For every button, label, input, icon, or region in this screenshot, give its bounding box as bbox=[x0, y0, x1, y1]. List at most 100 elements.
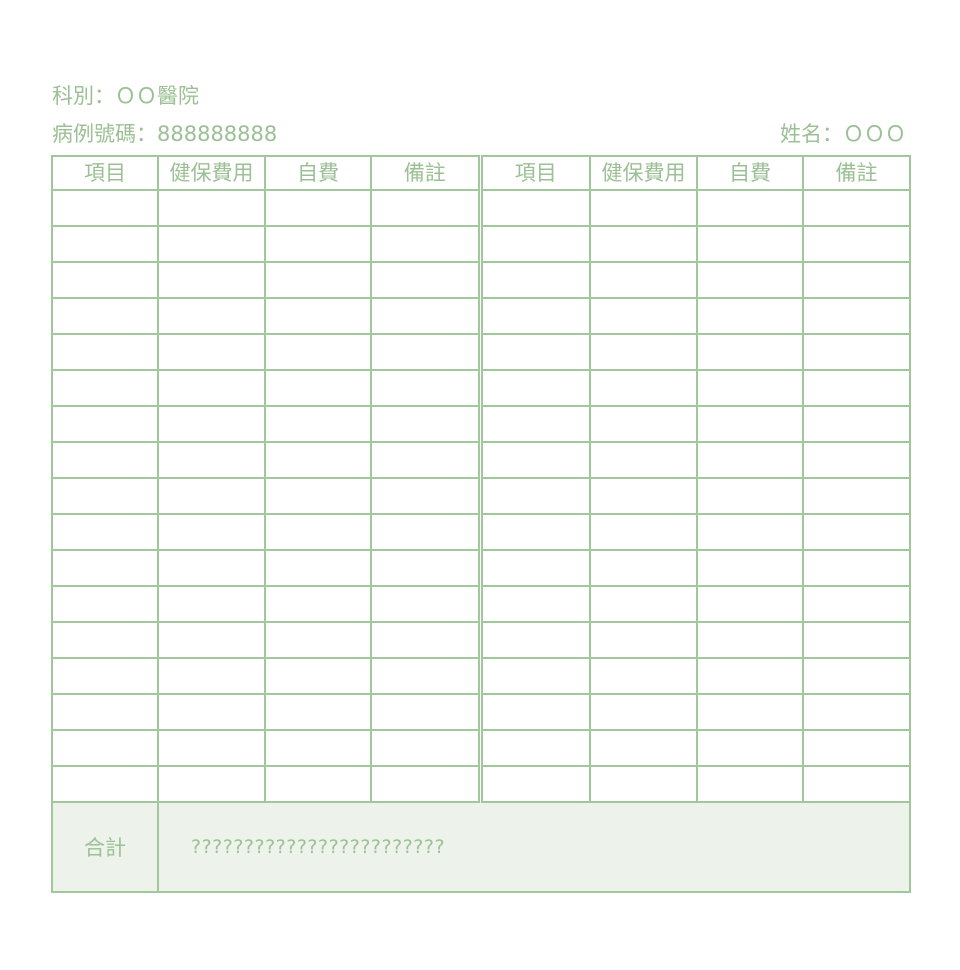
table-cell[interactable] bbox=[51, 621, 159, 659]
table-cell[interactable] bbox=[51, 729, 159, 767]
table-cell[interactable] bbox=[479, 405, 591, 443]
table-cell[interactable] bbox=[157, 441, 266, 479]
table-cell[interactable] bbox=[589, 693, 698, 731]
table-cell[interactable] bbox=[370, 621, 483, 659]
table-cell[interactable] bbox=[370, 189, 483, 227]
table-cell[interactable] bbox=[696, 225, 804, 263]
total-value[interactable]: ???????????????????????? bbox=[157, 801, 911, 893]
table-cell[interactable] bbox=[696, 261, 804, 299]
table-cell[interactable] bbox=[51, 693, 159, 731]
table-cell[interactable] bbox=[370, 297, 483, 335]
table-cell[interactable] bbox=[370, 585, 483, 623]
table-cell[interactable] bbox=[589, 765, 698, 803]
table-cell[interactable] bbox=[157, 297, 266, 335]
table-cell[interactable] bbox=[370, 729, 483, 767]
table-cell[interactable] bbox=[264, 621, 372, 659]
table-cell[interactable] bbox=[264, 261, 372, 299]
table-cell[interactable] bbox=[264, 549, 372, 587]
table-cell[interactable] bbox=[157, 225, 266, 263]
table-cell[interactable] bbox=[696, 585, 804, 623]
table-cell[interactable] bbox=[370, 261, 483, 299]
table-cell[interactable] bbox=[157, 621, 266, 659]
table-cell[interactable] bbox=[157, 513, 266, 551]
table-cell[interactable] bbox=[51, 477, 159, 515]
table-cell[interactable] bbox=[479, 441, 591, 479]
table-cell[interactable] bbox=[479, 621, 591, 659]
table-cell[interactable] bbox=[157, 405, 266, 443]
table-cell[interactable] bbox=[370, 477, 483, 515]
table-cell[interactable] bbox=[696, 477, 804, 515]
table-cell[interactable] bbox=[264, 765, 372, 803]
table-cell[interactable] bbox=[479, 297, 591, 335]
table-cell[interactable] bbox=[802, 729, 911, 767]
table-cell[interactable] bbox=[157, 657, 266, 695]
table-cell[interactable] bbox=[802, 441, 911, 479]
table-cell[interactable] bbox=[802, 225, 911, 263]
table-cell[interactable] bbox=[696, 621, 804, 659]
table-cell[interactable] bbox=[370, 441, 483, 479]
table-cell[interactable] bbox=[264, 441, 372, 479]
table-cell[interactable] bbox=[802, 585, 911, 623]
table-cell[interactable] bbox=[589, 297, 698, 335]
table-cell[interactable] bbox=[802, 333, 911, 371]
table-cell[interactable] bbox=[51, 189, 159, 227]
table-cell[interactable] bbox=[802, 549, 911, 587]
table-cell[interactable] bbox=[51, 369, 159, 407]
table-cell[interactable] bbox=[696, 765, 804, 803]
table-cell[interactable] bbox=[802, 513, 911, 551]
table-cell[interactable] bbox=[479, 477, 591, 515]
table-cell[interactable] bbox=[479, 225, 591, 263]
table-cell[interactable] bbox=[264, 729, 372, 767]
table-cell[interactable] bbox=[264, 297, 372, 335]
table-cell[interactable] bbox=[264, 513, 372, 551]
table-cell[interactable] bbox=[51, 585, 159, 623]
table-cell[interactable] bbox=[157, 765, 266, 803]
table-cell[interactable] bbox=[370, 333, 483, 371]
table-cell[interactable] bbox=[51, 765, 159, 803]
table-cell[interactable] bbox=[696, 513, 804, 551]
table-cell[interactable] bbox=[589, 225, 698, 263]
table-cell[interactable] bbox=[589, 369, 698, 407]
table-cell[interactable] bbox=[696, 405, 804, 443]
table-cell[interactable] bbox=[370, 369, 483, 407]
table-cell[interactable] bbox=[157, 585, 266, 623]
table-cell[interactable] bbox=[479, 585, 591, 623]
table-cell[interactable] bbox=[589, 729, 698, 767]
table-cell[interactable] bbox=[696, 693, 804, 731]
table-cell[interactable] bbox=[479, 693, 591, 731]
table-cell[interactable] bbox=[157, 477, 266, 515]
table-cell[interactable] bbox=[696, 441, 804, 479]
table-cell[interactable] bbox=[264, 369, 372, 407]
table-cell[interactable] bbox=[589, 621, 698, 659]
table-cell[interactable] bbox=[479, 513, 591, 551]
table-cell[interactable] bbox=[51, 297, 159, 335]
table-cell[interactable] bbox=[264, 657, 372, 695]
table-cell[interactable] bbox=[802, 693, 911, 731]
table-cell[interactable] bbox=[802, 621, 911, 659]
table-cell[interactable] bbox=[51, 333, 159, 371]
table-cell[interactable] bbox=[696, 189, 804, 227]
table-cell[interactable] bbox=[696, 369, 804, 407]
table-cell[interactable] bbox=[696, 297, 804, 335]
table-cell[interactable] bbox=[51, 225, 159, 263]
table-cell[interactable] bbox=[802, 189, 911, 227]
table-cell[interactable] bbox=[264, 693, 372, 731]
table-cell[interactable] bbox=[589, 405, 698, 443]
table-cell[interactable] bbox=[264, 333, 372, 371]
table-cell[interactable] bbox=[589, 189, 698, 227]
table-cell[interactable] bbox=[370, 513, 483, 551]
table-cell[interactable] bbox=[370, 405, 483, 443]
table-cell[interactable] bbox=[370, 693, 483, 731]
table-cell[interactable] bbox=[157, 369, 266, 407]
table-cell[interactable] bbox=[696, 333, 804, 371]
table-cell[interactable] bbox=[802, 297, 911, 335]
table-cell[interactable] bbox=[264, 405, 372, 443]
table-cell[interactable] bbox=[51, 513, 159, 551]
table-cell[interactable] bbox=[696, 729, 804, 767]
table-cell[interactable] bbox=[51, 549, 159, 587]
table-cell[interactable] bbox=[802, 477, 911, 515]
table-cell[interactable] bbox=[157, 261, 266, 299]
table-cell[interactable] bbox=[479, 729, 591, 767]
table-cell[interactable] bbox=[589, 585, 698, 623]
table-cell[interactable] bbox=[157, 693, 266, 731]
